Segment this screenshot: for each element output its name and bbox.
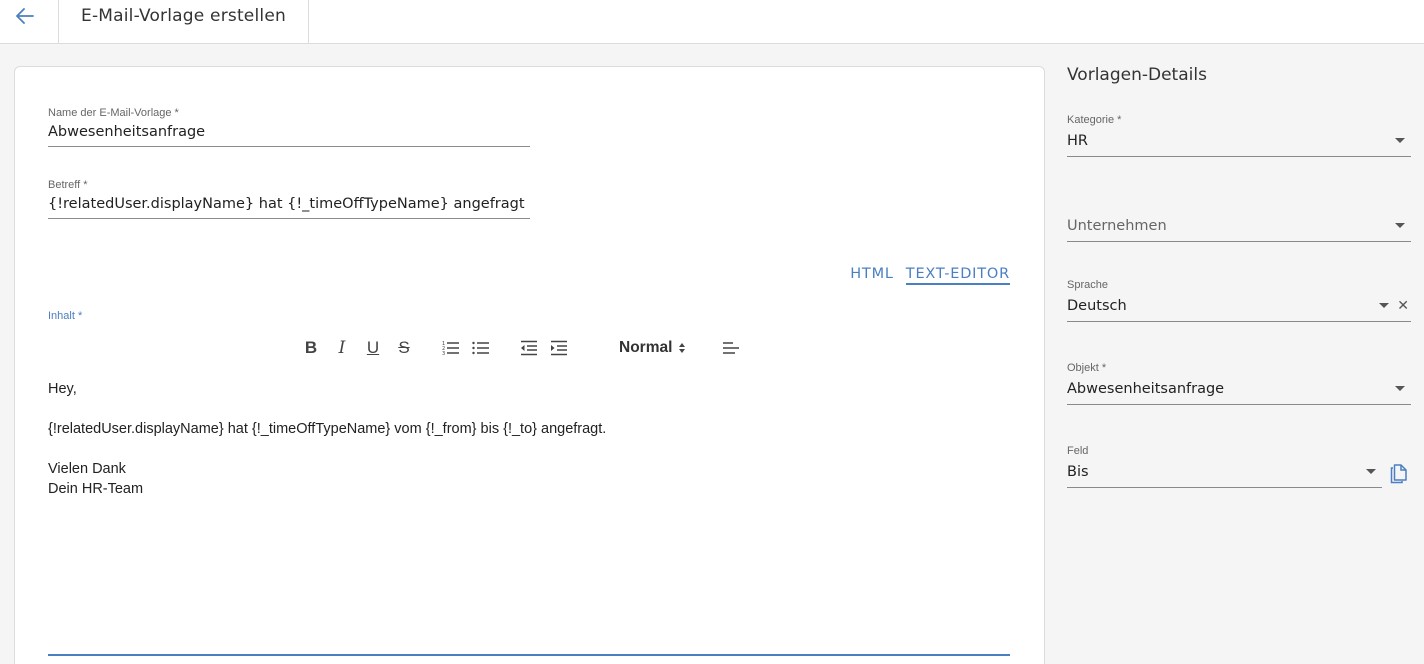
outdent-icon — [521, 340, 537, 356]
svg-text:3: 3 — [442, 351, 445, 356]
align-icon — [723, 342, 739, 354]
content-editor[interactable]: Hey, {!relatedUser.displayName} hat {!_t… — [48, 379, 1010, 656]
chevron-down-icon[interactable] — [1395, 138, 1405, 143]
template-name-input[interactable]: Abwesenheitsanfrage — [48, 124, 530, 147]
template-editor-card: Name der E-Mail-Vorlage * Abwesenheitsan… — [14, 66, 1045, 664]
italic-button[interactable]: I — [332, 335, 352, 361]
language-value: Deutsch — [1067, 298, 1127, 314]
category-value: HR — [1067, 133, 1088, 149]
bullet-list-icon — [472, 341, 489, 355]
editor-line — [48, 399, 1010, 419]
text-format-select[interactable]: Normal — [619, 335, 699, 361]
details-title: Vorlagen-Details — [1067, 65, 1207, 85]
template-details-panel: Vorlagen-Details Kategorie * HR Unterneh… — [1046, 44, 1424, 664]
language-label: Sprache — [1067, 279, 1108, 291]
bullet-list-button[interactable] — [471, 335, 491, 361]
template-name-label: Name der E-Mail-Vorlage * — [48, 107, 179, 119]
editor-line: Vielen Dank — [48, 461, 126, 477]
category-select[interactable]: Kategorie * HR — [1067, 114, 1411, 157]
indent-icon — [551, 340, 567, 356]
editor-line: {!relatedUser.displayName} hat {!_timeOf… — [48, 421, 607, 437]
subject-field[interactable]: Betreff * {!relatedUser.displayName} hat… — [48, 179, 530, 219]
top-bar: E-Mail-Vorlage erstellen — [0, 0, 1424, 44]
ordered-list-button[interactable]: 1 2 3 — [441, 335, 461, 361]
indent-button[interactable] — [549, 335, 569, 361]
field-label: Feld — [1067, 445, 1089, 457]
page-title: E-Mail-Vorlage erstellen — [81, 6, 286, 26]
template-name-field[interactable]: Name der E-Mail-Vorlage * Abwesenheitsan… — [48, 107, 530, 147]
outdent-button[interactable] — [519, 335, 539, 361]
chevron-down-icon[interactable] — [1379, 303, 1389, 308]
language-select[interactable]: Sprache Deutsch ✕ — [1067, 279, 1411, 322]
editor-mode-toggle: HTML TEXT-EDITOR — [850, 266, 1010, 285]
content-label: Inhalt * — [48, 310, 83, 322]
back-button[interactable] — [10, 2, 40, 30]
editor-line: Dein HR-Team — [48, 481, 144, 497]
subject-input[interactable]: {!relatedUser.displayName} hat {!_timeOf… — [48, 196, 530, 219]
company-select[interactable]: Unternehmen — [1067, 211, 1411, 242]
text-format-value: Normal — [619, 339, 673, 356]
chevron-down-icon[interactable] — [1395, 223, 1405, 228]
editor-toolbar: B I U S 1 2 3 Normal — [15, 335, 1046, 361]
text-editor-mode-button[interactable]: TEXT-EDITOR — [905, 266, 1010, 285]
editor-line — [48, 439, 1010, 459]
title-segment: E-Mail-Vorlage erstellen — [58, 0, 309, 43]
underline-button[interactable]: U — [363, 335, 383, 361]
copy-field-button[interactable] — [1390, 464, 1412, 486]
bold-button[interactable]: B — [301, 335, 321, 361]
arrow-left-icon — [16, 8, 34, 24]
object-select[interactable]: Objekt * Abwesenheitsanfrage — [1067, 362, 1411, 405]
field-select[interactable]: Feld Bis — [1067, 445, 1382, 488]
copy-icon — [1390, 464, 1407, 484]
html-mode-button[interactable]: HTML — [850, 266, 894, 285]
chevron-down-icon[interactable] — [1366, 469, 1376, 474]
category-label: Kategorie * — [1067, 114, 1122, 126]
ordered-list-icon: 1 2 3 — [442, 341, 459, 356]
field-value: Bis — [1067, 464, 1089, 480]
clear-icon[interactable]: ✕ — [1397, 297, 1409, 313]
editor-line: Hey, — [48, 381, 77, 397]
strikethrough-button[interactable]: S — [394, 335, 414, 361]
object-label: Objekt * — [1067, 362, 1107, 374]
subject-label: Betreff * — [48, 179, 88, 191]
object-value: Abwesenheitsanfrage — [1067, 381, 1225, 397]
chevron-down-icon[interactable] — [1395, 386, 1405, 391]
company-placeholder: Unternehmen — [1067, 218, 1167, 234]
up-down-caret-icon — [679, 343, 686, 353]
align-button[interactable] — [721, 335, 741, 361]
